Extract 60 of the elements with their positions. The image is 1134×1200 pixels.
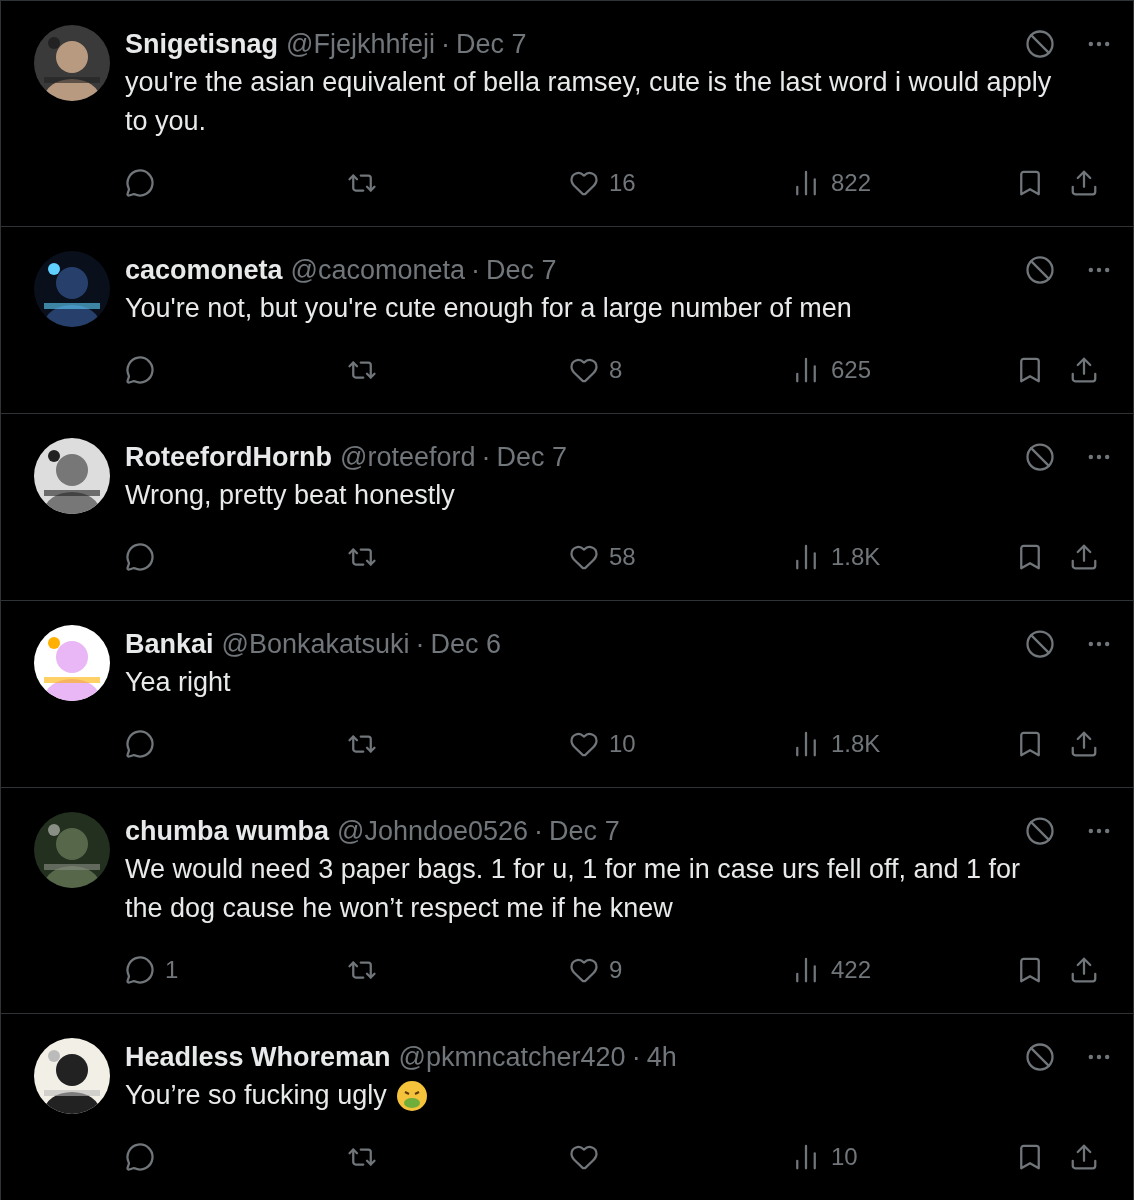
separator-dot: · [481, 441, 491, 473]
post-text: you're the asian equivalent of bella ramsey, cute is the last word i would apply to you. [125, 66, 1053, 138]
user-handle[interactable]: @cacomoneta [290, 254, 466, 286]
post-text: You’re so fucking ugly [125, 1079, 387, 1112]
reply-count: 1 [165, 956, 179, 984]
post-date[interactable]: Dec 7 [496, 441, 567, 473]
share-icon[interactable] [1069, 955, 1099, 985]
view-count: 10 [831, 1143, 858, 1171]
post-date[interactable]: 4h [646, 1041, 677, 1073]
reply-icon[interactable] [125, 955, 155, 985]
display-name[interactable]: Bankai [125, 628, 214, 660]
view-count: 1.8K [831, 543, 881, 571]
separator-dot: · [631, 1041, 641, 1073]
reply-icon[interactable] [125, 542, 155, 572]
post-text: You're not, but you're cute enough for a large number of men [125, 292, 852, 325]
share-icon[interactable] [1069, 168, 1099, 198]
reply-icon[interactable] [125, 355, 155, 385]
post-date[interactable]: Dec 7 [456, 28, 527, 60]
user-handle[interactable]: @pkmncatcher420 [398, 1041, 626, 1073]
display-name[interactable]: RoteefordHornb [125, 441, 332, 473]
post-date[interactable]: Dec 6 [430, 628, 502, 660]
post-text: Yea right [125, 666, 231, 699]
view-count: 422 [831, 956, 872, 984]
reply-icon[interactable] [125, 729, 155, 759]
post-date[interactable]: Dec 7 [486, 254, 557, 286]
like-count: 8 [609, 356, 623, 384]
slash-circle-icon[interactable] [1025, 629, 1055, 659]
view-count: 625 [831, 356, 872, 384]
separator-dot: · [441, 28, 450, 60]
post-text: We would need 3 paper bags. 1 for u, 1 for me in case urs fell off, and 1 for the dog cause he won’t respect me if he knew [125, 853, 1022, 925]
like-count: 9 [609, 956, 623, 984]
share-icon[interactable] [1069, 729, 1099, 759]
separator-dot: · [415, 628, 425, 660]
like-count: 58 [609, 543, 636, 571]
view-count: 1.8K [831, 730, 881, 758]
separator-dot: · [471, 254, 481, 286]
display-name[interactable]: Snigetisnag [125, 28, 279, 60]
display-name[interactable]: chumba wumba [125, 815, 330, 847]
post-text: Wrong, pretty beat honestly [125, 479, 455, 512]
user-handle[interactable]: @Fjejkhhfeji [286, 28, 435, 60]
user-handle[interactable]: @Bonkakatsuki [221, 628, 410, 660]
slash-circle-icon[interactable] [1025, 29, 1055, 59]
slash-circle-icon[interactable] [1025, 816, 1055, 846]
like-count: 16 [609, 169, 636, 197]
share-icon[interactable] [1069, 1142, 1099, 1172]
user-handle[interactable]: @roteeford [340, 441, 476, 473]
post-date[interactable]: Dec 7 [549, 815, 620, 847]
view-count: 822 [831, 169, 872, 197]
separator-dot: · [534, 815, 544, 847]
share-icon[interactable] [1069, 542, 1099, 572]
user-handle[interactable]: @Johndoe0526 [337, 815, 529, 847]
slash-circle-icon[interactable] [1025, 1042, 1055, 1072]
share-icon[interactable] [1069, 355, 1099, 385]
like-count: 10 [609, 730, 636, 758]
slash-circle-icon[interactable] [1025, 255, 1055, 285]
reply-icon[interactable] [125, 1142, 155, 1172]
display-name[interactable]: cacomoneta [125, 254, 283, 286]
slash-circle-icon[interactable] [1025, 442, 1055, 472]
display-name[interactable]: Headless Whoreman [125, 1041, 391, 1073]
reply-icon[interactable] [125, 168, 155, 198]
